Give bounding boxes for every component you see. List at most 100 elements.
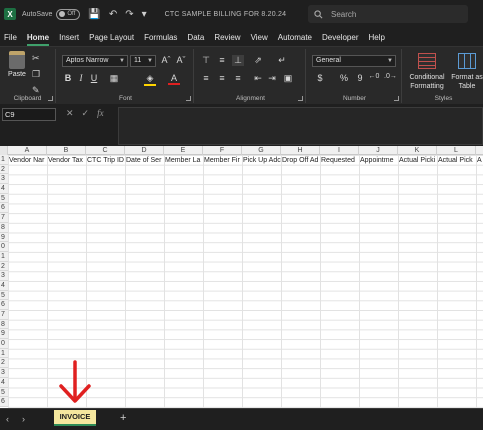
wrap-text-icon[interactable]: ↵ — [276, 55, 288, 66]
row-header[interactable]: 5 — [0, 387, 8, 398]
row-header[interactable]: 6 — [0, 397, 8, 407]
header-cell[interactable]: Pick Up Adc — [243, 156, 281, 165]
column-header-l[interactable]: L — [437, 146, 476, 155]
row-header[interactable]: 8 — [0, 319, 8, 330]
increase-indent-icon[interactable]: ⇥ — [266, 73, 278, 84]
insert-function-icon[interactable]: fx — [97, 108, 104, 119]
align-left-icon[interactable]: ≡ — [200, 73, 212, 83]
name-box[interactable]: C9 — [2, 108, 56, 121]
header-cell[interactable]: Vendor Tax — [48, 156, 86, 165]
format-as-table-icon[interactable] — [458, 53, 476, 69]
align-bottom-icon[interactable]: ⊥ — [232, 55, 244, 66]
cancel-icon[interactable]: ✕ — [66, 108, 74, 119]
header-cell[interactable]: Date of Ser — [126, 156, 164, 165]
row-header[interactable]: 3 — [0, 174, 8, 185]
decrease-indent-icon[interactable]: ⇤ — [252, 73, 264, 84]
row-header[interactable]: 6 — [0, 300, 8, 310]
row-header[interactable]: 0 — [0, 242, 8, 252]
row-header[interactable]: 8 — [0, 222, 8, 233]
row-header[interactable]: 2 — [0, 261, 8, 272]
bold-icon[interactable]: B — [62, 73, 74, 83]
header-cell[interactable]: Appointme — [360, 156, 398, 165]
format-as-table-button[interactable]: Format as Table — [450, 73, 483, 91]
search-box[interactable]: Search — [308, 5, 468, 23]
row-header[interactable]: 0 — [0, 339, 8, 349]
column-header-j[interactable]: J — [359, 146, 398, 155]
row-header[interactable]: 1 — [0, 251, 8, 262]
header-cell[interactable]: Actual Pick — [438, 156, 476, 165]
column-header-b[interactable]: B — [47, 146, 86, 155]
row-header[interactable]: 1 — [0, 348, 8, 359]
row-header[interactable]: 2 — [0, 358, 8, 369]
align-top-icon[interactable]: ⊤ — [200, 55, 212, 66]
tab-page-layout[interactable]: Page Layout — [89, 33, 134, 42]
paste-button[interactable]: Paste — [6, 51, 28, 78]
prev-sheet-icon[interactable]: ‹ — [6, 414, 9, 424]
row-header[interactable]: 2 — [0, 164, 8, 175]
increase-font-size-icon[interactable]: Aˆ — [160, 55, 172, 65]
tab-home[interactable]: Home — [26, 33, 50, 46]
column-header-f[interactable]: F — [203, 146, 242, 155]
percent-icon[interactable]: % — [338, 73, 350, 83]
clipboard-launcher-icon[interactable] — [48, 96, 53, 101]
row-header[interactable]: 3 — [0, 368, 8, 378]
row-header[interactable]: 1 — [0, 155, 8, 165]
font-launcher-icon[interactable] — [186, 96, 191, 101]
header-cell[interactable]: CTC Trip ID — [87, 156, 125, 165]
row-header[interactable]: 3 — [0, 271, 8, 281]
cut-icon[interactable]: ✂ — [32, 53, 40, 64]
underline-icon[interactable]: U — [88, 73, 100, 83]
customize-toolbar-icon[interactable]: ▾ — [142, 9, 147, 20]
align-middle-icon[interactable]: ≡ — [216, 55, 228, 65]
currency-icon[interactable]: $ — [314, 73, 326, 83]
next-sheet-icon[interactable]: › — [22, 414, 25, 424]
tab-file[interactable]: File — [4, 33, 17, 42]
orientation-icon[interactable]: ⇗ — [252, 55, 264, 66]
column-header-h[interactable]: H — [281, 146, 320, 155]
tab-review[interactable]: Review — [214, 33, 240, 42]
font-name-dropdown[interactable]: Aptos Narrow ▼ — [62, 55, 128, 67]
font-color-icon[interactable]: A — [168, 73, 180, 85]
italic-icon[interactable]: I — [75, 73, 87, 83]
header-cell[interactable]: Actual Picki — [399, 156, 437, 165]
align-right-icon[interactable]: ≡ — [232, 73, 244, 83]
row-header[interactable]: 5 — [0, 193, 8, 204]
align-center-icon[interactable]: ≡ — [216, 73, 228, 83]
conditional-formatting-button[interactable]: Conditional Formatting — [404, 73, 450, 91]
comma-style-icon[interactable]: 9 — [354, 73, 366, 83]
fill-color-icon[interactable]: ◈ — [144, 73, 156, 86]
alignment-launcher-icon[interactable] — [298, 96, 303, 101]
decrease-font-size-icon[interactable]: Aˇ — [175, 55, 187, 65]
tab-help[interactable]: Help — [368, 33, 384, 42]
column-header-a[interactable]: A — [8, 146, 47, 155]
header-cell[interactable]: Vendor Nar — [9, 156, 47, 165]
column-header-k[interactable]: K — [398, 146, 437, 155]
column-header-e[interactable]: E — [164, 146, 203, 155]
column-header-d[interactable]: D — [125, 146, 164, 155]
header-cell[interactable]: A — [477, 156, 483, 165]
formula-input[interactable] — [118, 107, 483, 145]
header-cell[interactable]: Member Fir — [204, 156, 242, 165]
tab-view[interactable]: View — [251, 33, 268, 42]
row-header[interactable]: 5 — [0, 290, 8, 301]
decrease-decimal-icon[interactable]: .0→ — [384, 73, 397, 80]
font-size-dropdown[interactable]: 11 ▼ — [130, 55, 156, 67]
add-sheet-icon[interactable]: + — [120, 412, 126, 424]
tab-insert[interactable]: Insert — [59, 33, 79, 42]
row-header[interactable]: 9 — [0, 329, 8, 340]
redo-icon[interactable]: ↷ — [125, 9, 133, 20]
column-header-i[interactable]: I — [320, 146, 359, 155]
copy-icon[interactable]: ❐ — [32, 69, 40, 80]
increase-decimal-icon[interactable]: ←0 — [368, 73, 380, 80]
select-all-corner[interactable] — [0, 146, 8, 155]
tab-developer[interactable]: Developer — [322, 33, 358, 42]
undo-icon[interactable]: ↶ — [109, 9, 117, 20]
tab-formulas[interactable]: Formulas — [144, 33, 177, 42]
row-header[interactable]: 4 — [0, 280, 8, 291]
sheet-tab-invoice[interactable]: INVOICE — [54, 410, 96, 426]
merge-center-icon[interactable]: ▣ — [282, 73, 294, 84]
autosave-toggle[interactable]: Off — [56, 8, 81, 20]
row-header[interactable]: 4 — [0, 377, 8, 388]
number-launcher-icon[interactable] — [394, 96, 399, 101]
header-cell[interactable]: Drop Off Ad — [282, 156, 320, 165]
